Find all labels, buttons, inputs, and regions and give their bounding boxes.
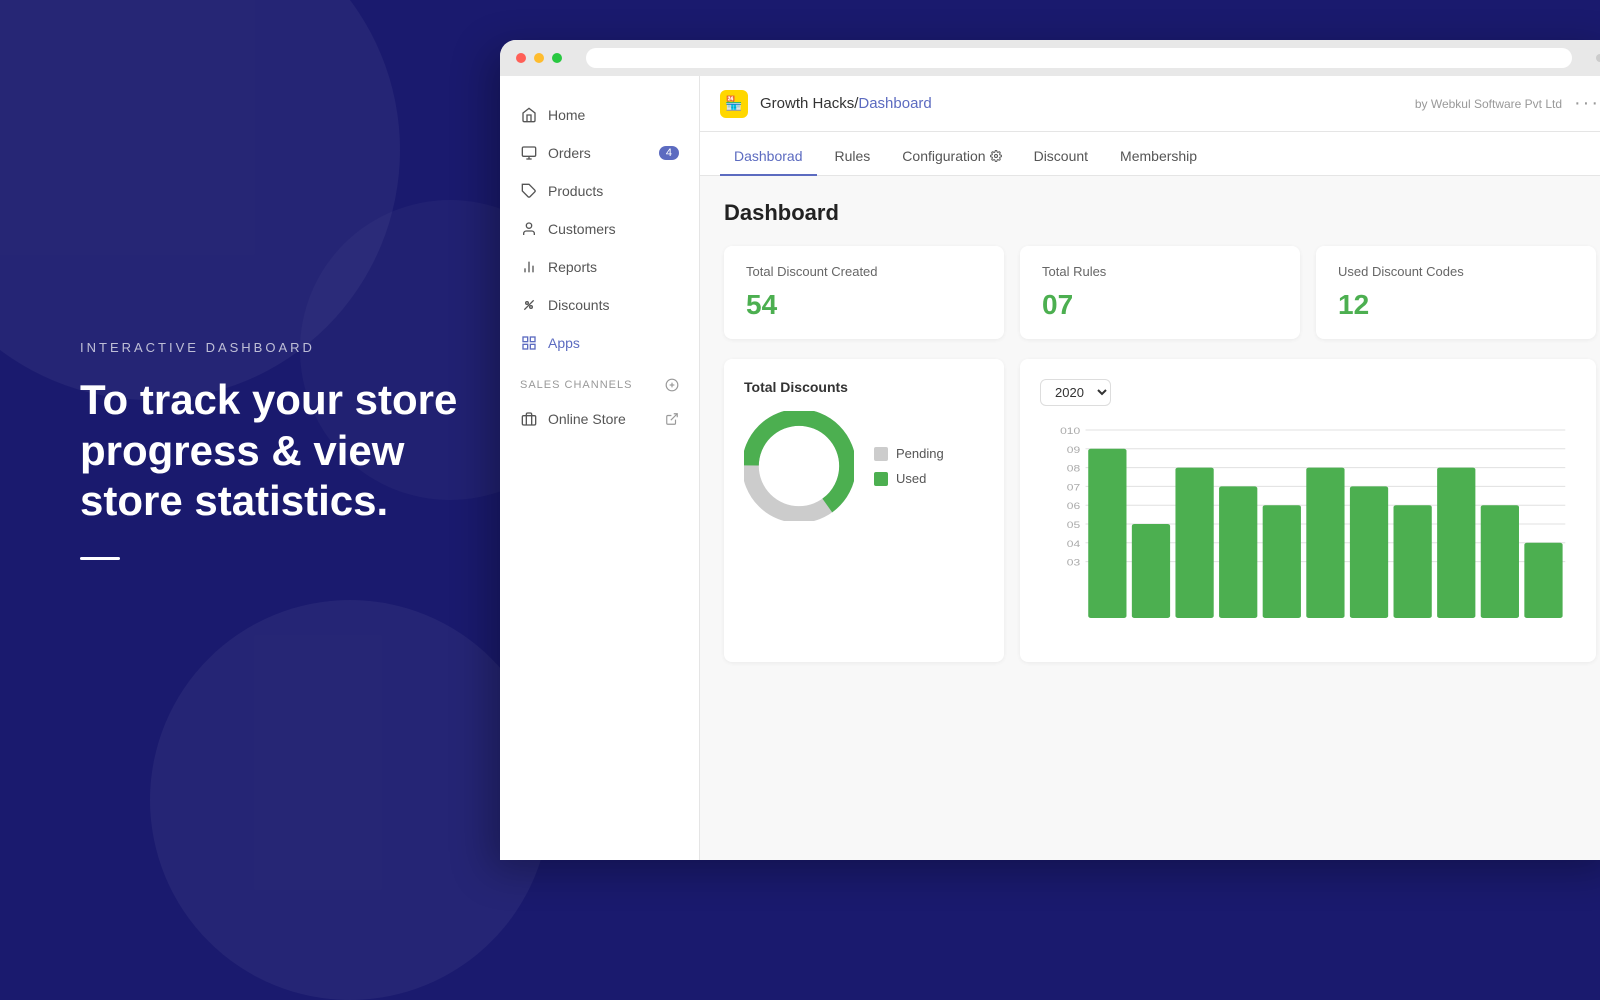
svg-text:04: 04 (1067, 539, 1080, 549)
tab-configuration[interactable]: Configuration (888, 138, 1015, 176)
svg-text:09: 09 (1067, 445, 1080, 455)
browser-indicator (1596, 54, 1600, 62)
sidebar-label-reports: Reports (548, 259, 597, 275)
online-store-icon (520, 410, 538, 428)
dashboard-content: Dashboard Total Discount Created 54 Tota… (700, 176, 1600, 860)
breadcrumb-page: Dashboard (858, 95, 931, 112)
stat-value-used-discount: 12 (1338, 289, 1574, 321)
svg-text:03: 03 (1067, 558, 1080, 568)
legend-item-pending: Pending (874, 446, 944, 461)
sidebar-label-orders: Orders (548, 145, 591, 161)
stat-label-total-rules: Total Rules (1042, 264, 1278, 279)
left-panel: INTERACTIVE DASHBOARD To track your stor… (0, 0, 540, 900)
sidebar-item-online-store[interactable]: Online Store (500, 400, 699, 438)
discounts-icon (520, 296, 538, 314)
donut-chart-card: Total Discounts (724, 359, 1004, 662)
browser-topbar (500, 40, 1600, 76)
sidebar: Home Orders 4 Products Customers (500, 76, 700, 860)
legend-item-used: Used (874, 471, 944, 486)
tab-membership[interactable]: Membership (1106, 138, 1211, 176)
apps-icon (520, 334, 538, 352)
legend-dot-pending (874, 447, 888, 461)
sidebar-item-reports[interactable]: Reports (500, 248, 699, 286)
browser-close-dot[interactable] (516, 53, 526, 63)
sidebar-item-home[interactable]: Home (500, 96, 699, 134)
sidebar-item-apps[interactable]: Apps (500, 324, 699, 362)
sidebar-label-online-store: Online Store (548, 411, 626, 427)
page-title: Dashboard (724, 200, 1596, 226)
sidebar-label-discounts: Discounts (548, 297, 609, 313)
bar-card-header: 2020 2019 2018 (1040, 379, 1576, 406)
legend-label-used: Used (896, 471, 926, 486)
stat-label-used-discount: Used Discount Codes (1338, 264, 1574, 279)
donut-svg-container (744, 411, 854, 521)
tab-discount[interactable]: Discount (1020, 138, 1102, 176)
sidebar-item-customers[interactable]: Customers (500, 210, 699, 248)
main-heading: To track your store progress & view stor… (80, 375, 460, 526)
sidebar-label-home: Home (548, 107, 585, 123)
year-select[interactable]: 2020 2019 2018 (1040, 379, 1111, 406)
main-area: 🏪 Growth Hacks/Dashboard by Webkul Softw… (700, 76, 1600, 860)
sidebar-label-products: Products (548, 183, 603, 199)
app-content: Home Orders 4 Products Customers (500, 76, 1600, 860)
bar-chart-area: 03 04 05 06 07 08 09 010 (1040, 422, 1576, 642)
legend-dot-used (874, 472, 888, 486)
sidebar-label-customers: Customers (548, 221, 616, 237)
tab-rules[interactable]: Rules (821, 138, 885, 176)
donut-legend: Pending Used (874, 446, 944, 486)
breadcrumb: Growth Hacks/Dashboard (760, 95, 932, 112)
app-icon: 🏪 (720, 90, 748, 118)
tabs-bar: Dashborad Rules Configuration Discount M… (700, 132, 1600, 176)
top-bar: 🏪 Growth Hacks/Dashboard by Webkul Softw… (700, 76, 1600, 132)
tab-configuration-label: Configuration (902, 148, 985, 164)
svg-text:08: 08 (1067, 464, 1080, 474)
stat-label-total-discount: Total Discount Created (746, 264, 982, 279)
browser-window: Home Orders 4 Products Customers (500, 40, 1600, 860)
external-link-icon (665, 412, 679, 426)
browser-minimize-dot[interactable] (534, 53, 544, 63)
svg-text:06: 06 (1067, 502, 1080, 512)
divider (80, 557, 120, 560)
browser-maximize-dot[interactable] (552, 53, 562, 63)
legend-label-pending: Pending (896, 446, 944, 461)
orders-badge: 4 (659, 146, 679, 160)
more-options-button[interactable]: ··· (1574, 92, 1600, 115)
donut-chart-title: Total Discounts (744, 379, 984, 395)
sidebar-item-discounts[interactable]: Discounts (500, 286, 699, 324)
donut-svg (744, 411, 854, 521)
donut-wrapper: Pending Used (744, 411, 984, 521)
stat-value-total-discount: 54 (746, 289, 982, 321)
by-text: by Webkul Software Pvt Ltd (1415, 97, 1562, 111)
sidebar-item-orders[interactable]: Orders 4 (500, 134, 699, 172)
sidebar-item-products[interactable]: Products (500, 172, 699, 210)
stats-row: Total Discount Created 54 Total Rules 07… (724, 246, 1596, 339)
bar-chart-card: 2020 2019 2018 03 04 05 06 07 08 09 010 (1020, 359, 1596, 662)
stat-card-total-discount-created: Total Discount Created 54 (724, 246, 1004, 339)
sales-channels-header: SALES CHANNELS (500, 362, 699, 400)
stat-card-total-rules: Total Rules 07 (1020, 246, 1300, 339)
svg-text:07: 07 (1067, 483, 1080, 493)
reports-icon (520, 258, 538, 276)
browser-url-bar[interactable] (586, 48, 1572, 68)
subtitle: INTERACTIVE DASHBOARD (80, 340, 460, 355)
sales-channels-label: SALES CHANNELS (520, 379, 632, 391)
svg-text:010: 010 (1060, 426, 1080, 436)
breadcrumb-app: Growth Hacks (760, 95, 854, 112)
sidebar-label-apps: Apps (548, 335, 580, 351)
home-icon (520, 106, 538, 124)
orders-icon (520, 144, 538, 162)
stat-card-used-discount-codes: Used Discount Codes 12 (1316, 246, 1596, 339)
bar-chart-svg: 03 04 05 06 07 08 09 010 (1040, 422, 1576, 642)
customers-icon (520, 220, 538, 238)
svg-text:05: 05 (1067, 520, 1080, 530)
tab-dashboard[interactable]: Dashborad (720, 138, 817, 176)
products-icon (520, 182, 538, 200)
configuration-gear-icon (990, 150, 1002, 162)
stat-value-total-rules: 07 (1042, 289, 1278, 321)
charts-row: Total Discounts (724, 359, 1596, 662)
